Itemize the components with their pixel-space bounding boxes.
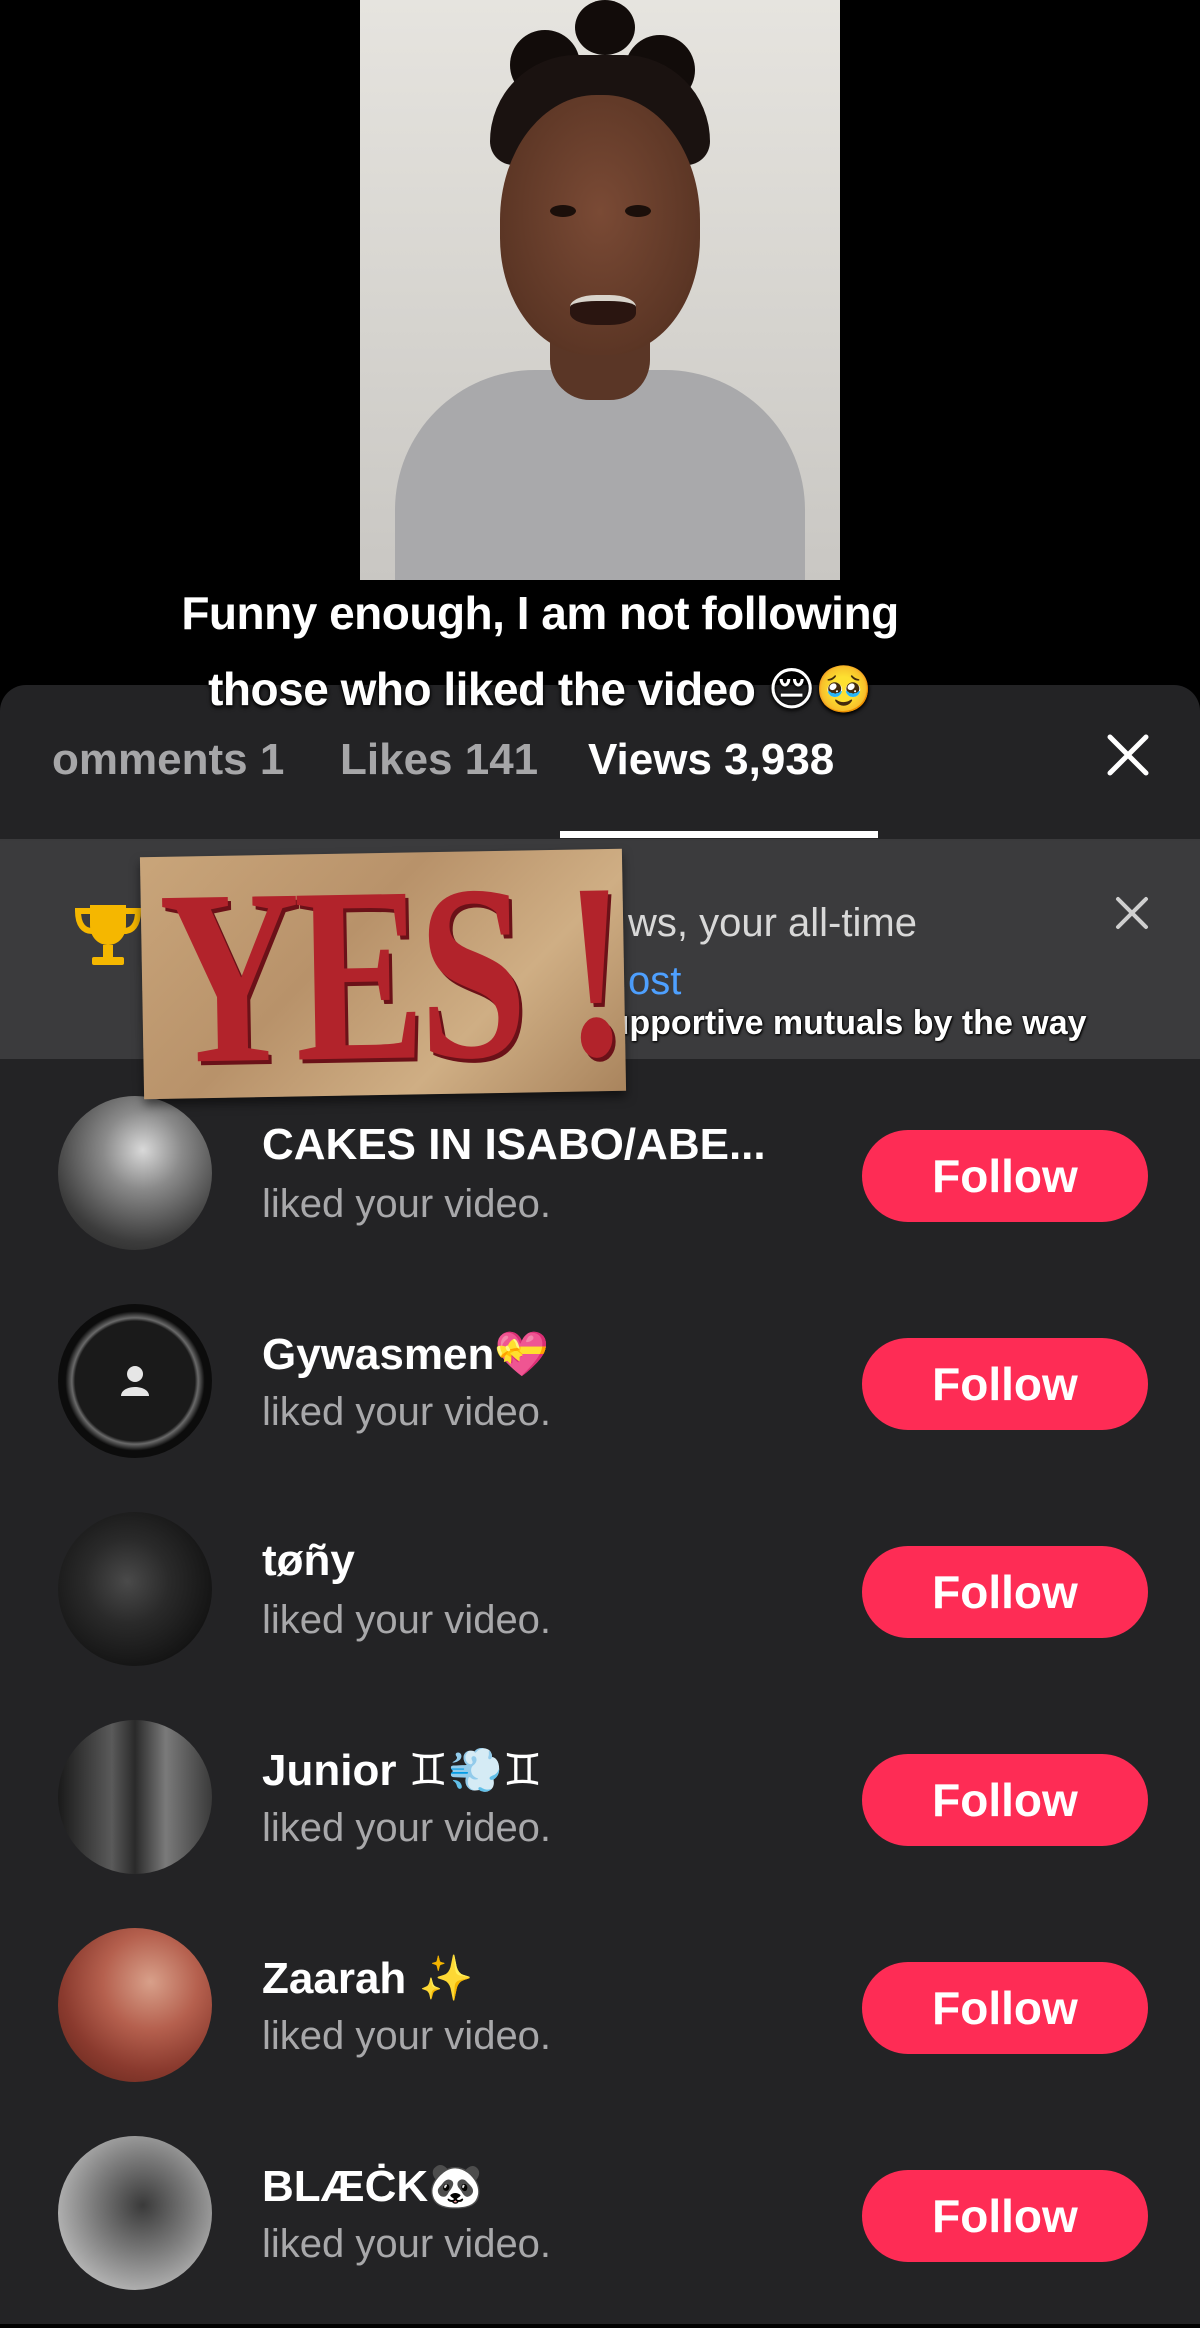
- follow-button[interactable]: Follow: [862, 1546, 1148, 1638]
- avatar[interactable]: [58, 1512, 212, 1666]
- yes-sticker: YES !: [139, 848, 627, 1100]
- list-item[interactable]: Zaarah ✨ liked your video. Follow: [0, 1912, 1200, 2120]
- activity-text: liked your video.: [262, 2014, 552, 2058]
- banner-text: ws, your all-time: [628, 901, 917, 945]
- activity-text: liked your video.: [262, 1182, 552, 1226]
- user-name[interactable]: Zaarah ✨: [262, 1952, 473, 2004]
- list-item[interactable]: Gywasmen💝 liked your video. Follow: [0, 1288, 1200, 1496]
- video-caption-line-2: those who liked the video 😔🥹: [208, 663, 872, 715]
- video-caption-line-1: Funny enough, I am not following: [181, 587, 899, 639]
- avatar[interactable]: [58, 1928, 212, 2082]
- eye: [550, 205, 576, 217]
- avatar[interactable]: [58, 2136, 212, 2290]
- follow-button[interactable]: Follow: [862, 2170, 1148, 2262]
- sticker-text: YES !: [157, 848, 625, 1100]
- tab-views[interactable]: Views 3,938: [588, 735, 834, 785]
- activity-text: liked your video.: [262, 2222, 552, 2266]
- user-name[interactable]: Gywasmen💝: [262, 1328, 549, 1380]
- activity-text: liked your video.: [262, 1390, 552, 1434]
- video-frame[interactable]: [360, 0, 840, 580]
- list-item[interactable]: Junior ♊💨♊ liked your video. Follow: [0, 1704, 1200, 1912]
- avatar[interactable]: [58, 1096, 212, 1250]
- avatar[interactable]: [58, 1720, 212, 1874]
- follow-button[interactable]: Follow: [862, 1338, 1148, 1430]
- person-shirt: [395, 370, 805, 580]
- activity-text: liked your video.: [262, 1598, 552, 1642]
- close-icon[interactable]: [1100, 727, 1156, 783]
- user-name[interactable]: Junior ♊💨♊: [262, 1744, 542, 1796]
- follow-button[interactable]: Follow: [862, 1130, 1148, 1222]
- banner-link[interactable]: ost: [628, 959, 681, 1004]
- mouth: [570, 295, 636, 325]
- list-item[interactable]: tøñy liked your video. Follow: [0, 1496, 1200, 1704]
- tab-indicator: [560, 831, 878, 838]
- trophy-icon: [74, 905, 142, 965]
- close-banner-icon[interactable]: [1112, 893, 1152, 933]
- user-name[interactable]: BLÆĊK🐼: [262, 2160, 483, 2212]
- user-name[interactable]: tøñy: [262, 1536, 355, 1586]
- avatar[interactable]: [58, 1304, 212, 1458]
- follow-button[interactable]: Follow: [862, 1754, 1148, 1846]
- list-item[interactable]: CAKES IN ISABO/ABE... liked your video. …: [0, 1080, 1200, 1288]
- default-user-icon: [121, 1366, 149, 1396]
- eye: [625, 205, 651, 217]
- list-item[interactable]: BLÆĊK🐼 liked your video. Follow: [0, 2120, 1200, 2328]
- tab-likes[interactable]: Likes 141: [340, 735, 538, 785]
- follow-button[interactable]: Follow: [862, 1962, 1148, 2054]
- user-name[interactable]: CAKES IN ISABO/ABE...: [262, 1120, 766, 1170]
- hair-bun: [575, 0, 635, 55]
- tab-comments[interactable]: omments 1: [52, 735, 284, 785]
- activity-text: liked your video.: [262, 1806, 552, 1850]
